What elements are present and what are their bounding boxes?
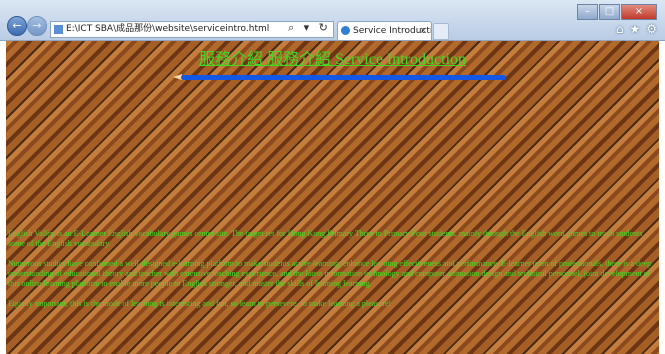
toolbar-icons: ⌂ ★ ⚙: [616, 22, 657, 36]
pencil-divider: [181, 75, 506, 80]
minimize-button[interactable]: –: [577, 4, 598, 20]
ie-icon: [341, 26, 350, 35]
page-icon: [54, 25, 63, 34]
window-controls: – □ ×: [576, 4, 657, 20]
studies-paragraph: Numerous studies have confirmed a well-d…: [8, 259, 652, 288]
page-content: 服務介紹 服務介紹 Service Introduction English V…: [0, 41, 665, 354]
page-title[interactable]: 服務介紹 服務介紹 Service Introduction: [6, 45, 659, 69]
tab-service-introduction[interactable]: Service Introduction ×: [337, 21, 432, 40]
address-text: E:\ICT SBA\成品那份\website\serviceintro.htm…: [66, 24, 270, 34]
close-window-button[interactable]: ×: [621, 4, 657, 20]
browser-toolbar: – □ × ← → E:\ICT SBA\成品那份\website\servic…: [0, 0, 665, 41]
tab-close-icon[interactable]: ×: [419, 22, 427, 40]
browser-window: – □ × ← → E:\ICT SBA\成品那份\website\servic…: [0, 0, 665, 354]
settings-icon[interactable]: ⚙: [646, 22, 657, 36]
maximize-button[interactable]: □: [599, 4, 620, 20]
favorites-icon[interactable]: ★: [629, 22, 640, 36]
forward-button[interactable]: →: [27, 16, 47, 36]
home-icon[interactable]: ⌂: [616, 22, 624, 36]
back-button[interactable]: ←: [7, 16, 27, 36]
intro-paragraph: English Valley is an E-Learner English v…: [8, 229, 643, 248]
closing-paragraph: Equally important, this is the mode of l…: [8, 299, 392, 308]
new-tab-button[interactable]: [433, 23, 449, 40]
